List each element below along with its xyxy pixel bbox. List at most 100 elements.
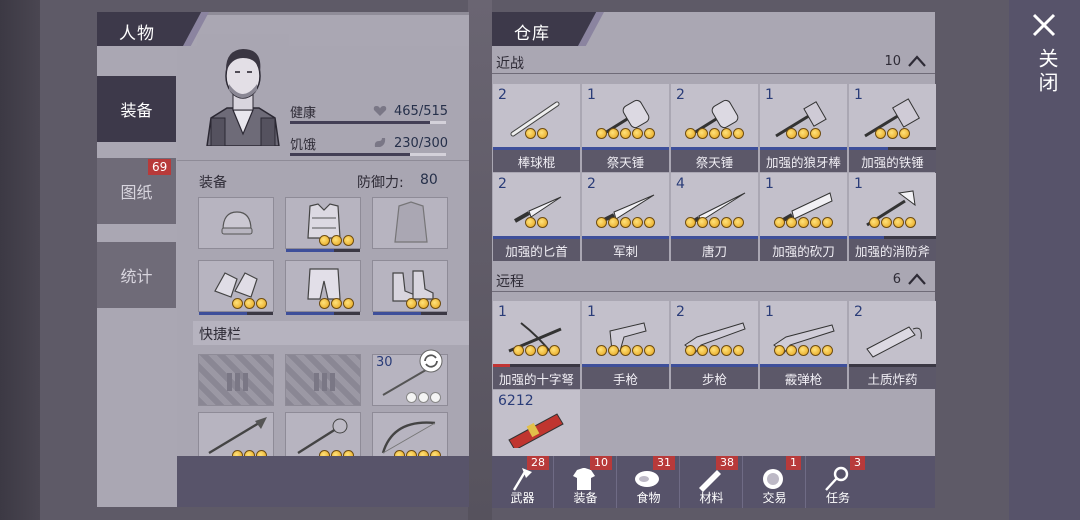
category-trade[interactable]: 1 交易 bbox=[744, 456, 806, 508]
category-bar: 28 武器 10 装备 31 食物 38 材料 1 交易 3 任务 bbox=[492, 456, 935, 508]
close-icon[interactable] bbox=[1031, 12, 1057, 38]
tab-equipment[interactable]: 装备 bbox=[97, 76, 176, 142]
slot-pants[interactable] bbox=[285, 260, 361, 315]
melee-item[interactable]: 1 祭天锤 bbox=[582, 84, 669, 172]
melee-item[interactable]: 2 加强的匕首 bbox=[493, 173, 580, 261]
slot-boots[interactable] bbox=[372, 260, 448, 315]
star-icon bbox=[709, 217, 720, 228]
category-label: 装备 bbox=[573, 491, 598, 505]
melee-item[interactable]: 2 军刺 bbox=[582, 173, 669, 261]
item-name: 加强的铁锤 bbox=[849, 150, 936, 172]
item-name: 加强的砍刀 bbox=[760, 239, 847, 261]
close-strip[interactable]: 关闭 bbox=[1009, 0, 1080, 520]
category-badge: 1 bbox=[786, 456, 801, 470]
slot-head[interactable] bbox=[198, 197, 274, 249]
star-icon bbox=[774, 217, 785, 228]
category-weapons[interactable]: 28 武器 bbox=[492, 456, 554, 508]
category-badge: 28 bbox=[527, 456, 549, 470]
quickbar-slot-empty[interactable] bbox=[198, 354, 274, 406]
melee-section-header[interactable]: 近战 10 bbox=[492, 50, 935, 74]
blueprints-badge: 69 bbox=[148, 159, 172, 175]
star-icon bbox=[608, 217, 619, 228]
item-name: 霰弹枪 bbox=[760, 367, 847, 389]
close-label[interactable]: 关闭 bbox=[1033, 48, 1062, 96]
star-rating bbox=[493, 345, 580, 356]
melee-item[interactable]: 4 唐刀 bbox=[671, 173, 758, 261]
slot-gloves[interactable] bbox=[198, 260, 274, 315]
star-icon bbox=[644, 345, 655, 356]
melee-item[interactable]: 1 加强的狼牙棒 bbox=[760, 84, 847, 172]
melee-item[interactable]: 2 祭天锤 bbox=[671, 84, 758, 172]
weapon-icon bbox=[508, 413, 564, 448]
ranged-item[interactable]: 2 土质炸药 bbox=[849, 301, 936, 389]
category-equipment[interactable]: 10 装备 bbox=[555, 456, 617, 508]
category-materials[interactable]: 38 材料 bbox=[681, 456, 743, 508]
quickbar-count: 30 bbox=[376, 355, 393, 370]
background-divider bbox=[468, 0, 492, 520]
category-label: 材料 bbox=[699, 491, 724, 505]
character-footer bbox=[177, 456, 469, 507]
category-quests[interactable]: 3 任务 bbox=[807, 456, 869, 508]
ranged-section-header[interactable]: 远程 6 bbox=[492, 268, 935, 292]
hunger-bar-fill bbox=[290, 153, 411, 156]
star-icon bbox=[733, 128, 744, 139]
category-badge: 31 bbox=[653, 456, 675, 470]
slot-jacket[interactable] bbox=[372, 197, 448, 249]
item-name: 加强的十字弩 bbox=[493, 367, 580, 389]
star-icon bbox=[798, 345, 809, 356]
ranged-count: 6 bbox=[892, 272, 901, 287]
star-icon bbox=[893, 217, 904, 228]
star-rating bbox=[232, 298, 267, 309]
defense-label: 防御力: bbox=[357, 175, 404, 191]
star-icon bbox=[685, 128, 696, 139]
character-title: 人物 bbox=[119, 24, 155, 44]
quickbar-slot-empty[interactable] bbox=[285, 354, 361, 406]
star-icon bbox=[608, 345, 619, 356]
health-bar-fill bbox=[290, 121, 431, 124]
category-food[interactable]: 31 食物 bbox=[618, 456, 680, 508]
chevron-up-icon[interactable] bbox=[907, 54, 927, 68]
star-icon bbox=[709, 128, 720, 139]
star-icon bbox=[786, 128, 797, 139]
character-portrait bbox=[197, 34, 289, 146]
star-rating bbox=[760, 128, 847, 139]
star-icon bbox=[810, 217, 821, 228]
divider bbox=[177, 160, 469, 161]
item-name: 军刺 bbox=[582, 239, 669, 261]
ranged-item[interactable]: 1 霰弹枪 bbox=[760, 301, 847, 389]
slot-body-armor[interactable] bbox=[285, 197, 361, 252]
health-label: 健康 bbox=[290, 106, 317, 121]
star-icon bbox=[632, 217, 643, 228]
star-rating bbox=[582, 345, 669, 356]
ammo-icon bbox=[314, 373, 335, 391]
melee-item[interactable]: 1 加强的消防斧 bbox=[849, 173, 936, 261]
chevron-up-icon[interactable] bbox=[907, 272, 927, 286]
ranged-item[interactable]: 1 加强的十字弩 bbox=[493, 301, 580, 389]
jacket-icon bbox=[394, 201, 428, 243]
melee-item[interactable]: 2 棒球棍 bbox=[493, 84, 580, 172]
tab-label: 图纸 bbox=[120, 183, 153, 202]
storage-title: 仓库 bbox=[514, 24, 550, 44]
star-icon bbox=[721, 217, 732, 228]
ranged-label: 远程 bbox=[496, 274, 524, 290]
ranged-item[interactable]: 2 步枪 bbox=[671, 301, 758, 389]
character-panel: 人物 装备 图纸 69 统计 健康 465/515 饥饿 230/300 装备 … bbox=[97, 12, 469, 507]
item-name: 祭天锤 bbox=[582, 150, 669, 172]
ranged-item[interactable]: 1 手枪 bbox=[582, 301, 669, 389]
quickbar-slot-spear[interactable]: 30 bbox=[372, 349, 448, 406]
storage-panel: 仓库 近战 10 2 棒球棍 1 祭天锤 2 祭天锤 1 加强的狼牙棒 1 加强的铁锤 2 加强的匕首… bbox=[492, 12, 936, 508]
swap-icon[interactable] bbox=[419, 349, 443, 373]
star-icon bbox=[721, 345, 732, 356]
beanie-icon bbox=[221, 211, 253, 235]
star-icon bbox=[887, 128, 898, 139]
category-label: 任务 bbox=[825, 491, 850, 505]
star-icon bbox=[905, 217, 916, 228]
star-icon bbox=[786, 345, 797, 356]
category-badge: 3 bbox=[850, 456, 865, 470]
tab-stats[interactable]: 统计 bbox=[97, 242, 176, 308]
melee-item[interactable]: 1 加强的铁锤 bbox=[849, 84, 936, 172]
star-icon bbox=[596, 128, 607, 139]
star-icon bbox=[549, 345, 560, 356]
melee-item[interactable]: 1 加强的砍刀 bbox=[760, 173, 847, 261]
heart-icon bbox=[373, 106, 387, 116]
